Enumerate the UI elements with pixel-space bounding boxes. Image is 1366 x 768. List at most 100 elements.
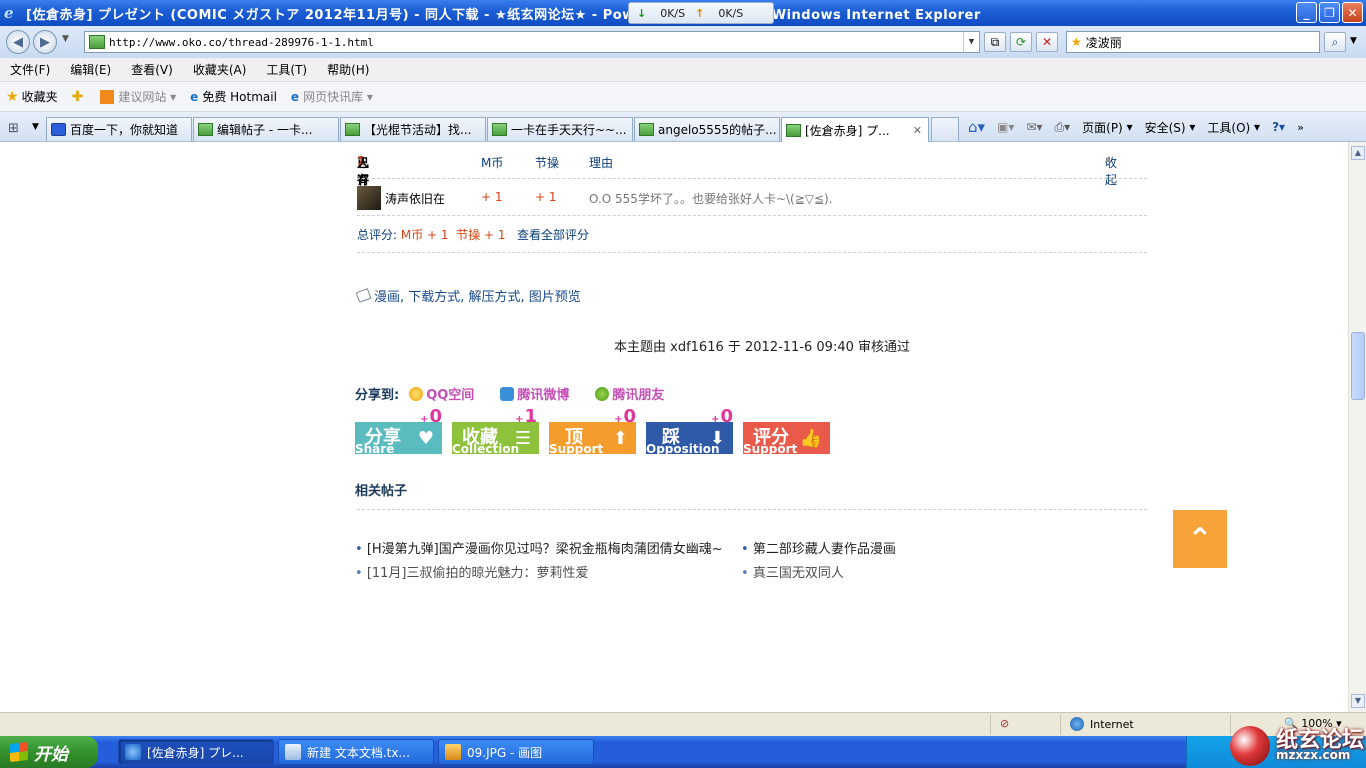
feeds-icon[interactable]: ▣▾ [997, 120, 1014, 134]
related-link[interactable]: 第二部珍藏人妻作品漫画 [741, 538, 896, 557]
related-link[interactable]: 真三国无双同人 [741, 562, 844, 581]
tab-close-icon[interactable]: ✕ [913, 124, 922, 137]
rate-button[interactable]: 评分 👍 Support [743, 422, 830, 456]
share-pengyou[interactable]: 腾讯朋友 [595, 384, 664, 403]
ie-icon [125, 744, 141, 760]
divider [357, 178, 1147, 179]
quick-tabs-icon[interactable]: ⊞ [8, 121, 19, 136]
tab-card[interactable]: 一卡在手天天行~~... [487, 117, 633, 141]
fav-suggested-sites[interactable]: 建议网站 ▾ [100, 88, 176, 105]
upload-arrow-icon: ↑ [695, 6, 705, 20]
back-button[interactable]: ◀ [6, 30, 30, 54]
page-menu[interactable]: 页面(P) ▾ [1082, 119, 1132, 136]
tags-text[interactable]: 漫画, 下载方式, 解压方式, 图片预览 [374, 286, 581, 305]
share-button[interactable]: 分享 ♥ Share +0 [355, 406, 442, 456]
restore-button[interactable]: ❐ [1319, 2, 1340, 23]
print-icon[interactable]: ⎙▾ [1055, 120, 1071, 135]
search-icon[interactable]: ⌕ [1324, 32, 1346, 52]
rating-total: 总评分: M币 + 1 节操 + 1 查看全部评分 [357, 228, 589, 242]
title-bar: e [佐倉赤身] プレゼント (COMIC メガストア 2012年11月号) -… [0, 0, 1366, 26]
status-bar: ⊘ Internet 🔍 100% ▾ [0, 712, 1366, 736]
share-tencent-weibo[interactable]: 腾讯微博 [500, 384, 569, 403]
task-ie[interactable]: [佐倉赤身] プレ... [118, 739, 274, 765]
share-bar: 分享到: QQ空间 腾讯微博 腾讯朋友 [355, 384, 690, 403]
download-speed-widget: ↓ 0K/S ↑ 0K/S [628, 2, 774, 24]
notepad-icon [285, 744, 301, 760]
window-title: [佐倉赤身] プレゼント (COMIC メガストア 2012年11月号) - 同… [26, 7, 981, 23]
rate-m: + 1 [481, 190, 503, 204]
help-icon[interactable]: ?▾ [1272, 120, 1285, 134]
task-notepad[interactable]: 新建 文本文档.tx... [278, 739, 434, 765]
search-options-icon[interactable]: ▼ [1350, 36, 1357, 46]
oppose-count: 0 [720, 406, 733, 427]
compat-view-icon[interactable]: ⧉ [984, 32, 1006, 52]
history-dropdown-icon[interactable]: ▼ [62, 34, 69, 44]
menu-help[interactable]: 帮助(H) [317, 61, 379, 78]
address-dropdown-icon[interactable]: ▼ [963, 32, 979, 52]
related-link[interactable]: [H漫第九弹]国产漫画你见过吗？梁祝金瓶梅肉蒲团倩女幽魂~ [355, 538, 723, 557]
avatar[interactable] [357, 186, 381, 210]
scroll-up-icon[interactable]: ▲ [1351, 146, 1365, 160]
tag-icon [355, 288, 372, 303]
baidu-icon [51, 123, 66, 136]
safety-menu[interactable]: 安全(S) ▾ [1145, 119, 1196, 136]
review-notice: 本主题由 xdf1616 于 2012-11-6 09:40 审核通过 [614, 340, 911, 355]
favorites-button[interactable]: ★ 收藏夹 [6, 88, 58, 105]
search-text: 凌波丽 [1085, 35, 1122, 50]
tab-user-posts[interactable]: angelo5555的帖子... [634, 117, 780, 141]
minimize-button[interactable]: _ [1296, 2, 1317, 23]
menu-view[interactable]: 查看(V) [121, 61, 183, 78]
mail-icon[interactable]: ✉▾ [1026, 120, 1042, 134]
menu-edit[interactable]: 编辑(E) [60, 61, 121, 78]
page-icon [786, 123, 801, 137]
tag-list: 漫画, 下载方式, 解压方式, 图片预览 [355, 286, 581, 305]
new-tab-button[interactable] [931, 117, 959, 141]
search-input[interactable]: ★ 凌波丽 [1066, 31, 1320, 53]
refresh-icon[interactable]: ⟳ [1010, 32, 1032, 52]
paint-icon [445, 744, 461, 760]
chevron-more-icon[interactable]: » [1297, 121, 1304, 134]
forward-button[interactable]: ▶ [33, 30, 57, 54]
vertical-scrollbar[interactable]: ▲ ▼ [1348, 142, 1366, 712]
add-favorite-icon[interactable]: ✚ [72, 89, 87, 105]
oppose-button[interactable]: 踩 ⬇ Opposition +0 [646, 406, 733, 456]
tab-edit-post[interactable]: 编辑帖子 - 一卡... [193, 117, 339, 141]
support-button[interactable]: 顶 ⬆ Support +0 [549, 406, 636, 456]
tools-menu[interactable]: 工具(O) ▾ [1207, 119, 1260, 136]
share-qzone[interactable]: QQ空间 [409, 384, 474, 403]
taskbar: 开始 [佐倉赤身] プレ... 新建 文本文档.tx... 09.JPG - 画… [0, 736, 1366, 768]
heart-icon: ♥ [417, 428, 434, 449]
home-icon[interactable]: ⌂▾ [968, 118, 985, 136]
upload-speed: 0K/S [718, 6, 744, 20]
collect-count: 1 [524, 406, 537, 427]
menu-tools[interactable]: 工具(T) [256, 61, 317, 78]
tab-list-icon[interactable]: ▼ [32, 122, 39, 132]
security-zone[interactable]: Internet [1070, 717, 1134, 731]
scroll-thumb[interactable] [1351, 332, 1365, 400]
tab-current[interactable]: [佐倉赤身] プ... ✕ [781, 117, 929, 142]
menu-bar: 文件(F) 编辑(E) 查看(V) 收藏夹(A) 工具(T) 帮助(H) [0, 58, 1366, 82]
rater-name[interactable]: 涛声依旧在 [385, 190, 445, 207]
related-link[interactable]: [11月]三叔偷拍的晾光魅力：萝莉性爱 [355, 562, 589, 581]
close-button[interactable]: ✕ [1342, 2, 1363, 23]
task-paint[interactable]: 09.JPG - 画图 [438, 739, 594, 765]
menu-file[interactable]: 文件(F) [0, 61, 60, 78]
share-count: 0 [429, 406, 442, 427]
back-to-top-button[interactable]: ⌃ [1173, 510, 1227, 568]
start-button[interactable]: 开始 [0, 736, 98, 768]
address-toolbar: ◀ ▶ ▼ http://www.oko.co/thread-289976-1-… [0, 26, 1366, 58]
address-bar[interactable]: http://www.oko.co/thread-289976-1-1.html… [84, 31, 980, 53]
menu-favorites[interactable]: 收藏夹(A) [183, 61, 257, 78]
view-all-ratings-link[interactable]: 查看全部评分 [517, 228, 589, 242]
tab-baidu[interactable]: 百度一下，你就知道 [46, 117, 192, 141]
stop-icon[interactable]: ✕ [1036, 32, 1058, 52]
tab-event[interactable]: 【光棍节活动】找... [340, 117, 486, 141]
collect-button[interactable]: 收藏 ☰ Collection +1 [452, 406, 539, 456]
col-jiecao: 节操 [535, 156, 560, 170]
fav-web-slice-gallery[interactable]: e 网页快讯库 ▾ [291, 88, 373, 105]
scroll-down-icon[interactable]: ▼ [1351, 694, 1365, 708]
privacy-icon[interactable]: ⊘ [1000, 717, 1009, 730]
fav-hotmail[interactable]: e 免费 Hotmail [190, 88, 277, 105]
page-icon [89, 35, 105, 49]
ie-page-icon: e [190, 89, 199, 104]
